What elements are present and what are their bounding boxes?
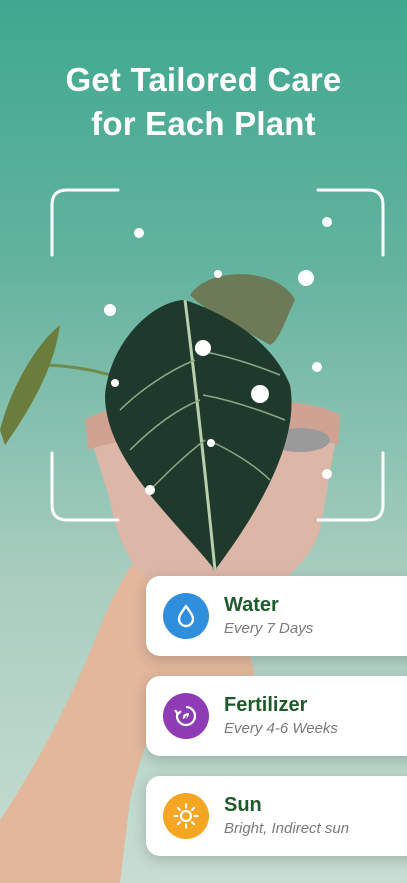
care-card-title: Water <box>224 594 279 616</box>
care-card-subtitle: Bright, Indirect sun <box>224 820 350 837</box>
care-card-subtitle: Every 4-6 Weeks <box>224 720 338 737</box>
water-drop-icon <box>163 593 209 639</box>
left-leaf <box>0 325 60 445</box>
care-card-fertilizer[interactable]: Fertilizer Every 4-6 Weeks <box>146 676 407 756</box>
fertilizer-icon <box>163 693 209 739</box>
care-card-sun[interactable]: Sun Bright, Indirect sun <box>146 776 407 856</box>
care-card-title: Sun <box>224 794 262 816</box>
care-card-water[interactable]: Water Every 7 Days <box>146 576 407 656</box>
care-card-subtitle: Every 7 Days <box>224 620 314 637</box>
care-card-title: Fertilizer <box>224 694 308 716</box>
scan-corner-top-left <box>50 188 120 257</box>
sun-icon <box>163 793 209 839</box>
